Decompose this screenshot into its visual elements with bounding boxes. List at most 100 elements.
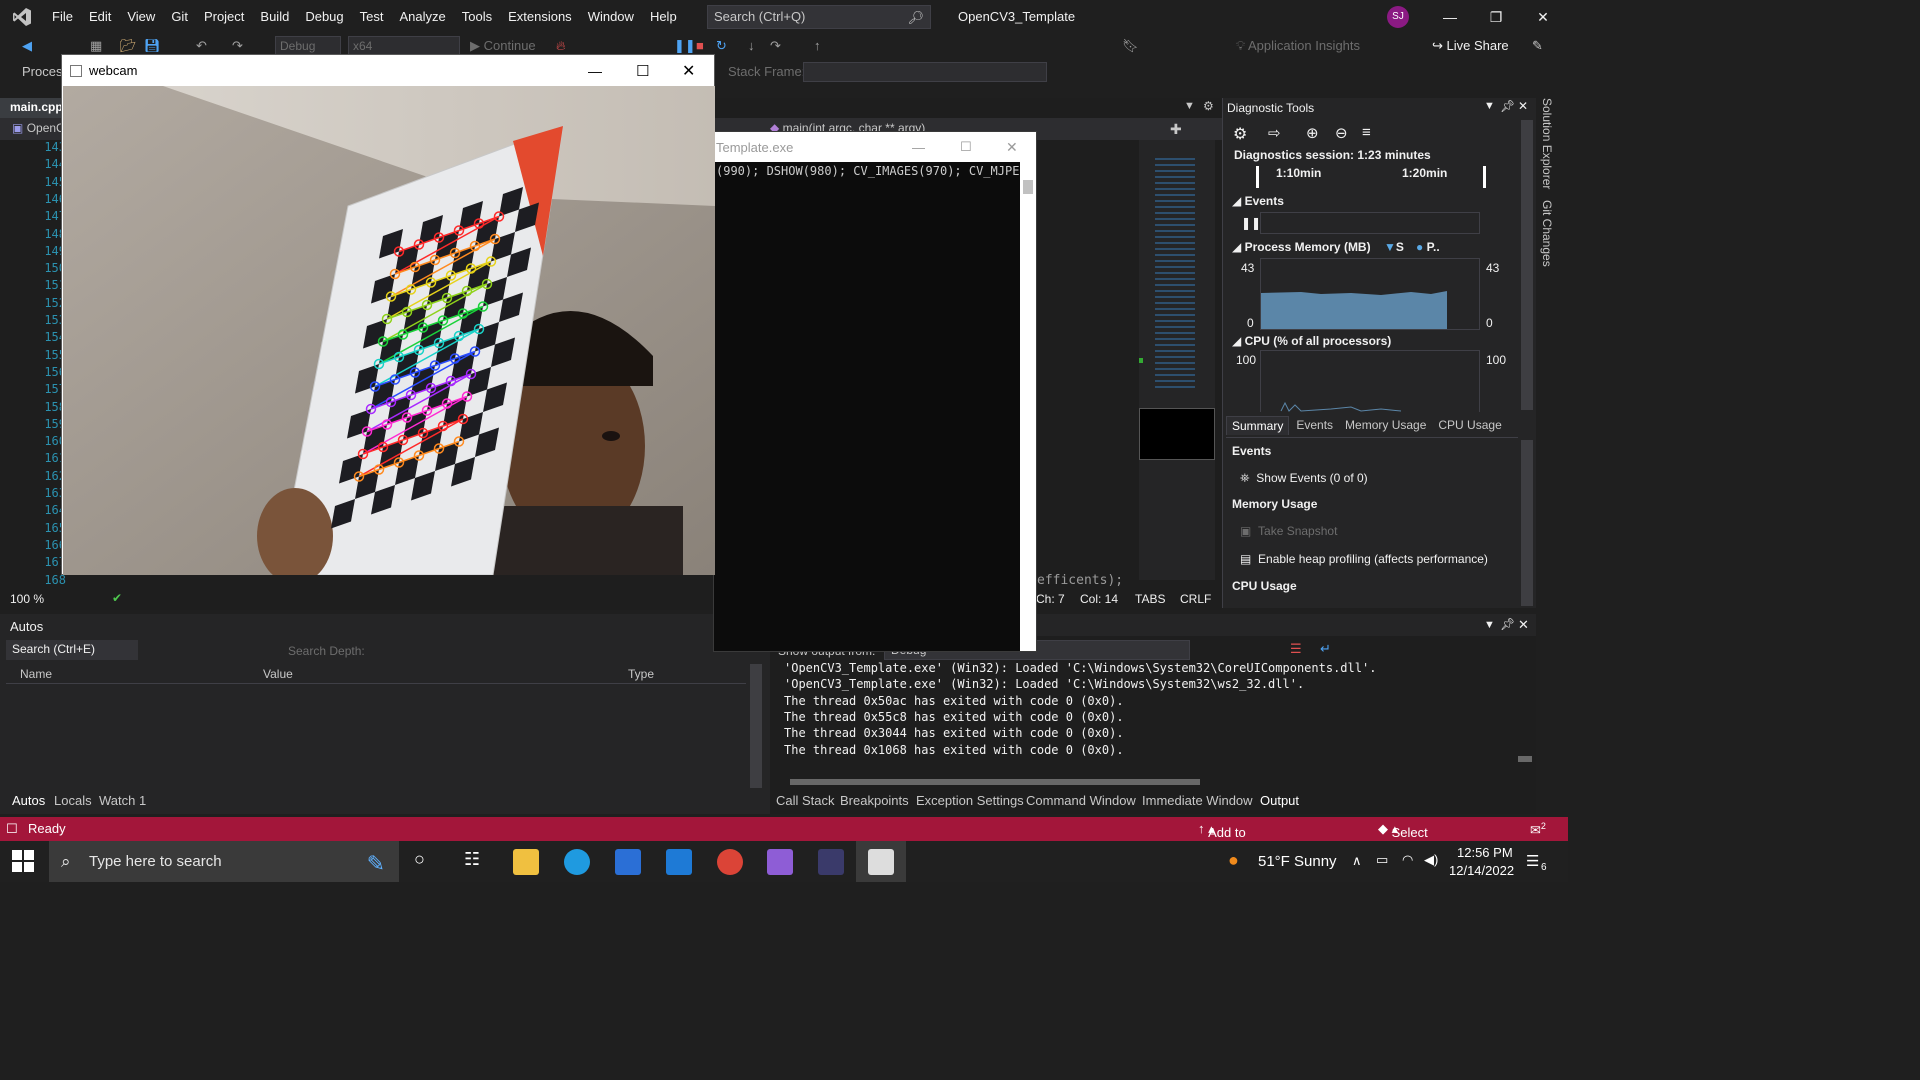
settings-gear-icon[interactable]: ⚙ xyxy=(1203,99,1214,113)
select-repository-button[interactable]: ◆ Select Repository ▴ xyxy=(1378,821,1454,855)
platform-dropdown[interactable]: x64 xyxy=(348,36,460,56)
taskbar-search-input[interactable]: ⌕ Type here to search ✎ xyxy=(49,841,399,882)
continue-button[interactable]: ▶ Continue xyxy=(470,38,536,54)
chrome-icon[interactable] xyxy=(717,849,743,875)
mail-icon[interactable] xyxy=(666,849,692,875)
memory-graph[interactable] xyxy=(1260,258,1480,330)
step-out-icon[interactable]: ↑ xyxy=(814,38,821,53)
tab-watch-1[interactable]: Watch 1 xyxy=(99,793,146,808)
config-dropdown[interactable]: Debug xyxy=(275,36,341,56)
terminal-taskbar-icon[interactable] xyxy=(818,849,844,875)
bookmark-icon[interactable]: 🔖︎ xyxy=(1122,38,1139,54)
code-minimap[interactable] xyxy=(1139,140,1215,580)
weather-sun-icon[interactable]: ● xyxy=(1228,850,1239,871)
feedback-icon[interactable]: ✎ xyxy=(1532,38,1543,54)
col-value[interactable]: Value xyxy=(263,667,293,681)
zoom-out-icon[interactable]: ⊖ xyxy=(1335,124,1348,142)
cpu-graph[interactable] xyxy=(1260,350,1480,412)
console-window[interactable]: Template.exe — ☐ ✕ (990); DSHOW(980); CV… xyxy=(713,131,1037,652)
menu-git[interactable]: Git xyxy=(163,0,196,34)
tab-output[interactable]: Output xyxy=(1260,793,1299,808)
diag-scrollbar[interactable] xyxy=(1521,120,1533,410)
chart-icon[interactable]: ≡ xyxy=(1362,124,1371,141)
console-close-icon[interactable]: ✕ xyxy=(1006,139,1018,156)
tab-command-window[interactable]: Command Window xyxy=(1026,793,1136,808)
webcam-minimize-icon[interactable]: — xyxy=(588,63,602,79)
summary-scrollbar[interactable] xyxy=(1521,440,1533,606)
task-view-icon[interactable]: ☷ xyxy=(464,849,480,870)
battery-icon[interactable]: ▭ xyxy=(1376,852,1388,868)
output-pin-icon[interactable]: 📌︎ xyxy=(1500,617,1515,631)
no-issues-icon[interactable]: ✔ xyxy=(112,591,122,605)
panel-dropdown-icon[interactable]: ▼ xyxy=(1484,100,1495,112)
menu-edit[interactable]: Edit xyxy=(81,0,119,34)
menu-window[interactable]: Window xyxy=(580,0,642,34)
menu-debug[interactable]: Debug xyxy=(297,0,351,34)
cpu-section-label[interactable]: ◢ CPU (% of all processors) xyxy=(1232,334,1391,348)
save-icon[interactable]: 💾︎ xyxy=(144,38,161,54)
autos-search-input[interactable]: Search (Ctrl+E) xyxy=(6,640,138,660)
webcam-app-icon[interactable] xyxy=(868,849,894,875)
clock-time[interactable]: 12:56 PM xyxy=(1457,845,1513,860)
tab-immediate-window[interactable]: Immediate Window xyxy=(1142,793,1253,808)
microsoft-store-icon[interactable] xyxy=(615,849,641,875)
tray-chevron-icon[interactable]: ∧ xyxy=(1352,853,1362,869)
heap-profiling-button[interactable]: ▤ Enable heap profiling (affects perform… xyxy=(1240,552,1488,566)
console-titlebar[interactable]: Template.exe — ☐ ✕ xyxy=(714,132,1036,162)
menu-build[interactable]: Build xyxy=(252,0,297,34)
tab-autos[interactable]: Autos xyxy=(12,793,45,808)
output-hscroll-thumb[interactable] xyxy=(790,779,1200,785)
tab-breakpoints[interactable]: Breakpoints xyxy=(840,793,909,808)
webcam-window[interactable]: webcam — ☐ ✕ xyxy=(61,54,715,575)
open-folder-icon[interactable]: 📂︎ xyxy=(120,38,137,54)
tab-main-cpp[interactable]: main.cpp xyxy=(0,98,63,118)
diag-tab-events[interactable]: Events xyxy=(1291,416,1338,435)
new-project-icon[interactable]: ▦ xyxy=(90,38,102,54)
edge-browser-icon[interactable] xyxy=(564,849,590,875)
status-crlf[interactable]: CRLF xyxy=(1180,592,1211,606)
volume-icon[interactable]: ◀) xyxy=(1424,852,1438,868)
split-editor-icon[interactable]: ✚ xyxy=(1170,121,1182,138)
tab-exception-settings[interactable]: Exception Settings xyxy=(916,793,1024,808)
diag-tab-summary[interactable]: Summary xyxy=(1226,416,1290,435)
menu-project[interactable]: Project xyxy=(196,0,252,34)
menu-analyze[interactable]: Analyze xyxy=(391,0,453,34)
undo-icon[interactable]: ↶ xyxy=(196,38,207,54)
tab-locals[interactable]: Locals xyxy=(54,793,92,808)
menu-file[interactable]: File xyxy=(44,0,81,34)
webcam-close-icon[interactable]: ✕ xyxy=(682,61,695,81)
git-changes-tab[interactable]: Git Changes xyxy=(1540,200,1554,267)
app-insights-button[interactable]: 💡︎ Application Insights xyxy=(1236,38,1360,54)
show-events-button[interactable]: ⛯ Show Events (0 of 0) xyxy=(1240,471,1368,486)
add-source-control-button[interactable]: ↑ Add to Source Control ▴ xyxy=(1198,821,1250,870)
visual-studio-taskbar-icon[interactable] xyxy=(767,849,793,875)
cortana-icon[interactable]: ○ xyxy=(414,849,425,870)
weather-text[interactable]: 51°F Sunny xyxy=(1258,853,1337,870)
wifi-icon[interactable]: ◠ xyxy=(1402,852,1413,868)
console-minimize-icon[interactable]: — xyxy=(912,140,925,155)
col-type[interactable]: Type xyxy=(628,667,654,681)
breadcrumb-project[interactable]: ▣ OpenC xyxy=(12,121,65,135)
minimize-icon[interactable]: — xyxy=(1427,0,1473,34)
webcam-maximize-icon[interactable]: ☐ xyxy=(636,62,649,80)
pause-icon[interactable]: ❚❚ xyxy=(674,38,696,54)
menu-test[interactable]: Test xyxy=(352,0,392,34)
hot-reload-icon[interactable]: 🔥︎ xyxy=(556,38,566,54)
diag-settings-icon[interactable]: ⚙ xyxy=(1233,124,1247,144)
panel-close-icon[interactable]: ✕ xyxy=(1518,99,1528,113)
menu-tools[interactable]: Tools xyxy=(454,0,500,34)
events-section-label[interactable]: ◢ Events xyxy=(1232,194,1284,208)
console-maximize-icon[interactable]: ☐ xyxy=(960,139,972,155)
clock-date[interactable]: 12/14/2022 xyxy=(1449,863,1514,878)
file-explorer-icon[interactable] xyxy=(513,849,539,875)
live-share-button[interactable]: ↪ Live Share xyxy=(1432,38,1509,54)
stack-frame-dropdown[interactable] xyxy=(803,62,1047,82)
pin-icon[interactable]: 📌︎ xyxy=(1500,99,1515,113)
tab-call-stack[interactable]: Call Stack xyxy=(776,793,835,808)
step-into-icon[interactable]: ↓ xyxy=(748,38,755,53)
take-snapshot-button[interactable]: ▣ Take Snapshot xyxy=(1240,524,1337,538)
output-hscrollbar[interactable] xyxy=(776,777,1510,787)
output-close-icon[interactable]: ✕ xyxy=(1518,617,1529,633)
output-vscroll-thumb[interactable] xyxy=(1518,756,1532,762)
clear-all-icon[interactable]: ☰ xyxy=(1290,641,1302,657)
